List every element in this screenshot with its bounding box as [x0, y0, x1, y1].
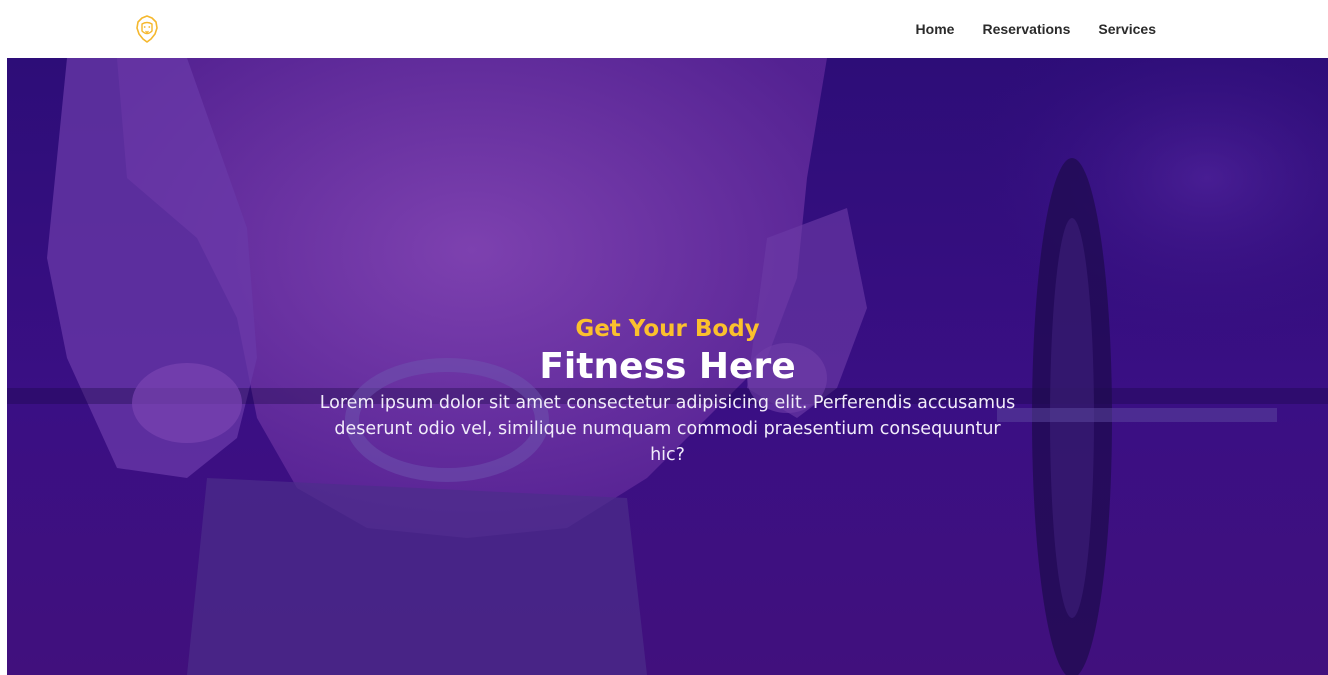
nav-services-link[interactable]: Services	[1098, 21, 1156, 37]
hero-section: Get Your Body Fitness Here Lorem ipsum d…	[7, 58, 1328, 675]
hero-subtitle: Get Your Body	[575, 316, 760, 342]
main-nav: Home Reservations Services	[916, 0, 1156, 58]
page: Home Reservations Services Get Your Body…	[0, 0, 1328, 675]
hero-content: Get Your Body Fitness Here Lorem ipsum d…	[7, 314, 1328, 468]
nav-home-link[interactable]: Home	[916, 21, 955, 37]
hero-description: Lorem ipsum dolor sit amet consectetur a…	[319, 393, 1016, 465]
lion-head-icon[interactable]	[135, 14, 159, 44]
hero-title: Fitness Here	[539, 346, 796, 387]
nav-reservations-link[interactable]: Reservations	[982, 21, 1070, 37]
top-navbar: Home Reservations Services	[0, 0, 1328, 58]
